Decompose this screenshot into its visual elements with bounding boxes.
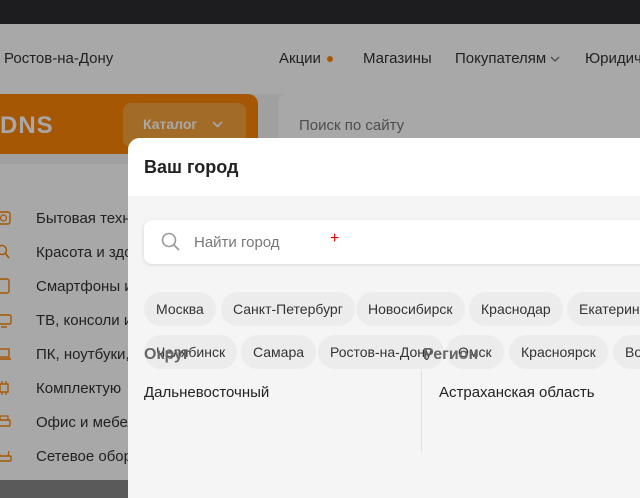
region-heading: Регион xyxy=(423,346,479,363)
city-chip[interactable]: Красноярск xyxy=(509,335,608,369)
district-heading: Округ xyxy=(144,346,190,363)
city-search-input[interactable] xyxy=(194,220,494,264)
city-select-modal: Ваш город + Москва Санкт-Петербург Новос… xyxy=(128,138,640,498)
modal-body: + Москва Санкт-Петербург Новосибирск Кра… xyxy=(128,196,640,498)
modal-title: Ваш город xyxy=(144,157,239,177)
city-chip[interactable]: Краснодар xyxy=(469,292,563,326)
city-chip[interactable]: Во xyxy=(613,335,640,369)
city-chip[interactable]: Санкт-Петербург xyxy=(221,292,355,326)
city-search-box[interactable]: + xyxy=(144,220,640,264)
os-title-bar xyxy=(0,0,640,24)
city-chip[interactable]: Новосибирск xyxy=(356,292,465,326)
mouse-cursor-icon: + xyxy=(330,230,340,247)
search-icon xyxy=(161,232,180,251)
city-chip[interactable]: Самара xyxy=(241,335,317,369)
modal-header: Ваш город xyxy=(128,138,640,197)
region-item[interactable]: Астраханская область xyxy=(439,384,595,401)
district-item[interactable]: Дальневосточный xyxy=(144,384,269,401)
city-chip[interactable]: Екатеринб xyxy=(567,292,640,326)
city-chip[interactable]: Москва xyxy=(144,292,216,326)
column-divider xyxy=(421,371,422,451)
